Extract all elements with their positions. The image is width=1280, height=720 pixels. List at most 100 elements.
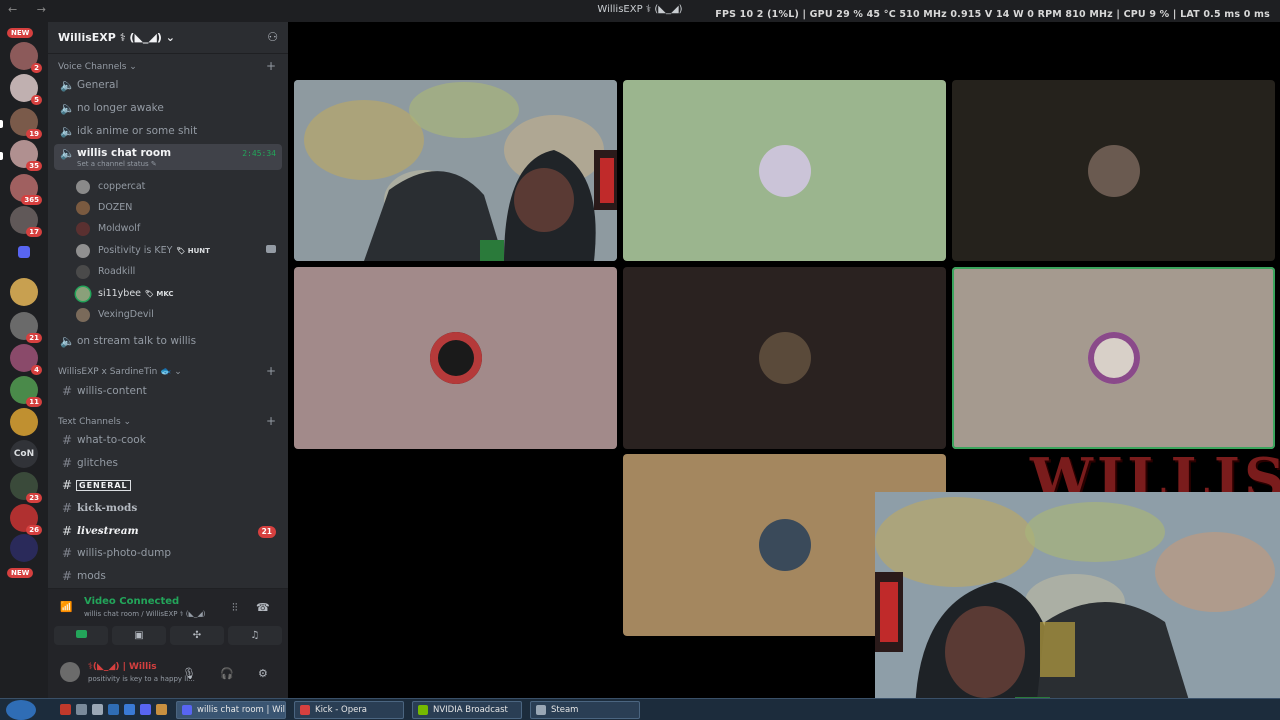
hash-icon: # — [61, 456, 73, 470]
server-icon[interactable]: 35 — [10, 140, 42, 171]
channel-sidebar: WillisEXP ⚕ (◣_◢) ⌄ ⚇ Voice Channels ⌄ +… — [48, 22, 288, 698]
noise-suppression-icon[interactable]: ⫶⫶ — [232, 601, 238, 615]
server-icon[interactable] — [10, 408, 38, 436]
video-tile-webcam[interactable] — [294, 80, 617, 261]
voice-channel-idk-anime[interactable]: 🔈 idk anime or some shit — [54, 122, 282, 142]
server-icon[interactable]: 26 — [10, 504, 42, 535]
participant-avatar — [758, 144, 811, 197]
server-icon[interactable]: 11 — [10, 376, 42, 407]
soundboard-icon: ♫ — [250, 630, 260, 641]
text-channel[interactable]: # GENERAL — [54, 476, 282, 496]
quicklaunch-icon[interactable] — [60, 704, 71, 715]
user-avatar[interactable] — [60, 662, 80, 682]
headphones-icon[interactable]: 🎧 — [220, 667, 234, 680]
quicklaunch-icon[interactable] — [108, 704, 119, 715]
text-channel[interactable]: # mods — [54, 567, 282, 587]
voice-member[interactable]: Moldwolf — [76, 219, 282, 239]
video-tile[interactable] — [623, 80, 946, 261]
user-name[interactable]: ⚕(◣_◢) | Willis — [88, 662, 157, 672]
voice-member[interactable]: si11ybee 🏷 MKC — [76, 284, 282, 304]
voice-channel-on-stream[interactable]: 🔈 on stream talk to willis — [54, 332, 282, 352]
taskbar-opera[interactable]: Kick - Opera — [294, 701, 404, 719]
text-channel[interactable]: # livestream 21 — [54, 522, 282, 542]
server-icon[interactable]: 21 — [10, 312, 42, 343]
text-channel-willis-content[interactable]: # willis-content — [54, 382, 282, 402]
participant-avatar — [1087, 332, 1140, 384]
voice-channel-willis-chat-room[interactable]: 🔈 willis chat room Set a channel status … — [54, 144, 282, 170]
quicklaunch-icon[interactable] — [156, 704, 167, 715]
settings-gear-icon[interactable]: ⚙ — [258, 667, 268, 680]
voice-category[interactable]: Voice Channels ⌄ — [58, 62, 137, 72]
video-tile[interactable] — [294, 267, 617, 449]
speaker-icon: 🔈 — [60, 334, 75, 348]
connection-location[interactable]: willis chat room / WillisEXP ⚕ (◣_◢) — [84, 610, 205, 618]
quicklaunch-icon[interactable] — [140, 704, 151, 715]
voice-member[interactable]: Positivity is KEY 🏷 HUNT — [76, 241, 282, 261]
taskbar-nvidia-broadcast[interactable]: NVIDIA Broadcast — [412, 701, 522, 719]
quicklaunch-icon[interactable] — [76, 704, 87, 715]
hash-icon: # — [61, 501, 73, 515]
microphone-icon[interactable]: 🎙 — [182, 667, 196, 680]
avatar — [76, 308, 90, 322]
voice-member[interactable]: coppercat — [76, 177, 282, 197]
camera-button[interactable] — [54, 626, 108, 645]
guild-name[interactable]: WillisEXP ⚕ (◣_◢) ⌄ — [58, 31, 175, 44]
server-icon[interactable]: 19 — [10, 108, 42, 139]
quicklaunch-icon[interactable] — [92, 704, 103, 715]
folder-icon[interactable] — [18, 246, 30, 258]
add-channel-icon[interactable]: + — [266, 414, 276, 428]
speaker-icon: 🔈 — [60, 124, 75, 138]
activities-button[interactable]: ✣ — [170, 626, 224, 645]
os-taskbar: willis chat room | Will... Kick - Opera … — [0, 698, 1280, 720]
speaker-icon: 🔈 — [60, 146, 75, 160]
server-icon[interactable]: 23 — [10, 472, 42, 503]
voice-channel-no-longer-awake[interactable]: 🔈 no longer awake — [54, 99, 282, 119]
server-icon[interactable]: 5 — [10, 74, 42, 105]
screen-share-button[interactable]: ▣ — [112, 626, 166, 645]
user-status[interactable]: positivity is key to a happy li... — [88, 675, 195, 683]
unread-badge: 21 — [257, 526, 276, 538]
collab-category[interactable]: WillisEXP x SardineTin 🐟 ⌄ — [58, 367, 182, 377]
video-tile[interactable] — [952, 80, 1275, 261]
signal-icon[interactable]: 📶 — [60, 602, 72, 613]
server-icon[interactable]: 365 — [10, 174, 42, 205]
add-channel-icon[interactable]: + — [266, 364, 276, 378]
taskbar-steam[interactable]: Steam — [530, 701, 640, 719]
text-channel[interactable]: # what-to-cook — [54, 431, 282, 451]
quicklaunch-icon[interactable] — [124, 704, 135, 715]
voice-channel-general[interactable]: 🔈 General — [54, 76, 282, 96]
new-badge: NEW — [7, 28, 34, 38]
voice-member[interactable]: VexingDevil — [76, 305, 282, 325]
text-category[interactable]: Text Channels ⌄ — [58, 417, 131, 427]
hash-icon: # — [61, 546, 73, 560]
text-channel[interactable]: # willis-photo-dump — [54, 544, 282, 564]
server-con[interactable]: CoN — [10, 440, 38, 468]
voice-member[interactable]: Roadkill — [76, 262, 282, 282]
voice-member[interactable]: DOZEN — [76, 198, 282, 218]
guild-header[interactable]: WillisEXP ⚕ (◣_◢) ⌄ ⚇ — [48, 22, 288, 54]
server-icon[interactable]: 4 — [10, 344, 42, 375]
soundboard-button[interactable]: ♫ — [228, 626, 282, 645]
start-button[interactable] — [6, 700, 36, 720]
disconnect-icon[interactable]: ☎ — [256, 601, 270, 614]
server-icon[interactable]: 2 — [10, 42, 42, 73]
stream-webcam-overlay — [875, 492, 1280, 720]
add-channel-icon[interactable]: + — [266, 59, 276, 73]
video-tile[interactable] — [623, 267, 946, 449]
text-channel[interactable]: # glitches — [54, 454, 282, 474]
activities-icon: ✣ — [192, 630, 202, 641]
add-member-icon[interactable]: ⚇ — [267, 30, 278, 44]
opera-icon — [300, 705, 310, 715]
server-icon[interactable]: 17 — [10, 206, 42, 237]
channel-status[interactable]: Set a channel status ✎ — [77, 160, 157, 168]
speaker-icon: 🔈 — [60, 78, 75, 92]
server-icon[interactable] — [10, 534, 38, 562]
taskbar-discord[interactable]: willis chat room | Will... — [176, 701, 286, 719]
video-tile-speaking[interactable] — [952, 267, 1275, 449]
avatar — [76, 244, 90, 258]
participant-avatar — [1087, 144, 1140, 197]
video-camera-icon — [75, 630, 87, 638]
server-icon[interactable] — [10, 278, 38, 306]
connection-status[interactable]: Video Connected — [84, 596, 179, 607]
text-channel[interactable]: # kick-mods — [54, 499, 282, 519]
